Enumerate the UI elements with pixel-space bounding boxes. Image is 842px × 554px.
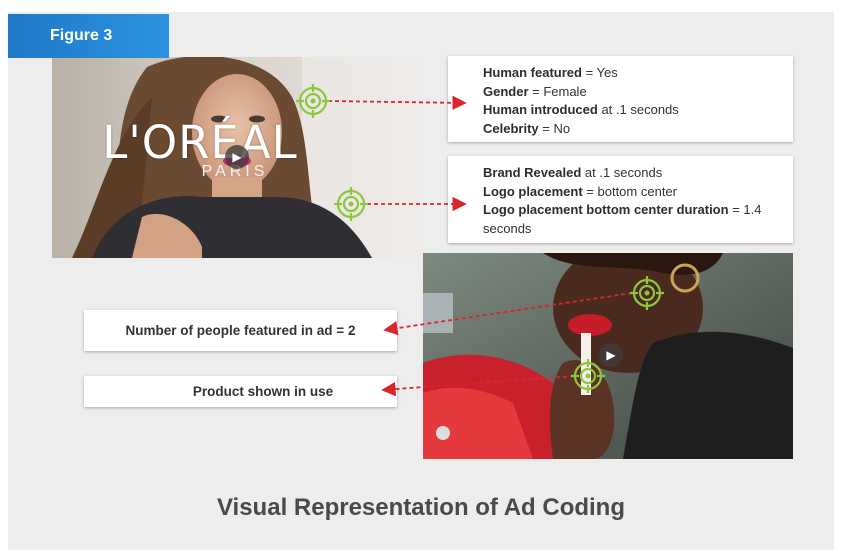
coding-key: Logo placement xyxy=(483,183,583,199)
brand-coding-box: Brand Revealed at .1 seconds Logo placem… xyxy=(448,156,793,243)
brand-wordmark: L'ORÉAL xyxy=(102,116,298,169)
coding-key: Human introduced xyxy=(483,102,598,117)
coding-key: Gender xyxy=(483,83,529,99)
coding-value: at .1 seconds xyxy=(597,102,679,117)
coding-key: Brand Revealed xyxy=(483,165,582,180)
play-icon[interactable]: ▶ xyxy=(599,343,623,367)
product-use-box: Product shown in use xyxy=(84,376,397,407)
brand-logo: L'ORÉAL PARIS xyxy=(80,120,320,181)
play-icon[interactable]: ▶ xyxy=(225,145,249,169)
human-coding-box: Human featured = Yes Gender = Female Hum… xyxy=(448,56,793,142)
coding-value: = Female xyxy=(528,83,587,99)
coding-value: = No xyxy=(538,120,571,136)
coding-value: at .1 seconds xyxy=(581,165,663,180)
coding-value: = Yes xyxy=(581,65,618,80)
coding-row: Logo placement = bottom center xyxy=(483,183,783,202)
coding-row: Gender = Female xyxy=(483,83,793,102)
coding-key: Human featured xyxy=(483,65,582,80)
coding-value: = bottom center xyxy=(582,183,677,199)
coding-row: Logo placement bottom center duration = … xyxy=(483,201,783,238)
coding-row: Human featured = Yes xyxy=(483,64,793,83)
figure-label: Figure 3 xyxy=(8,14,169,58)
coding-key: Celebrity xyxy=(483,120,539,136)
coding-row: Brand Revealed at .1 seconds xyxy=(483,164,783,183)
coding-row: Celebrity = No xyxy=(483,120,793,139)
coding-key: Logo placement bottom center duration xyxy=(483,202,729,217)
coding-row: Human introduced at .1 seconds xyxy=(483,101,793,120)
people-count-box: Number of people featured in ad = 2 xyxy=(84,310,397,351)
figure-caption: Visual Representation of Ad Coding xyxy=(216,494,626,521)
